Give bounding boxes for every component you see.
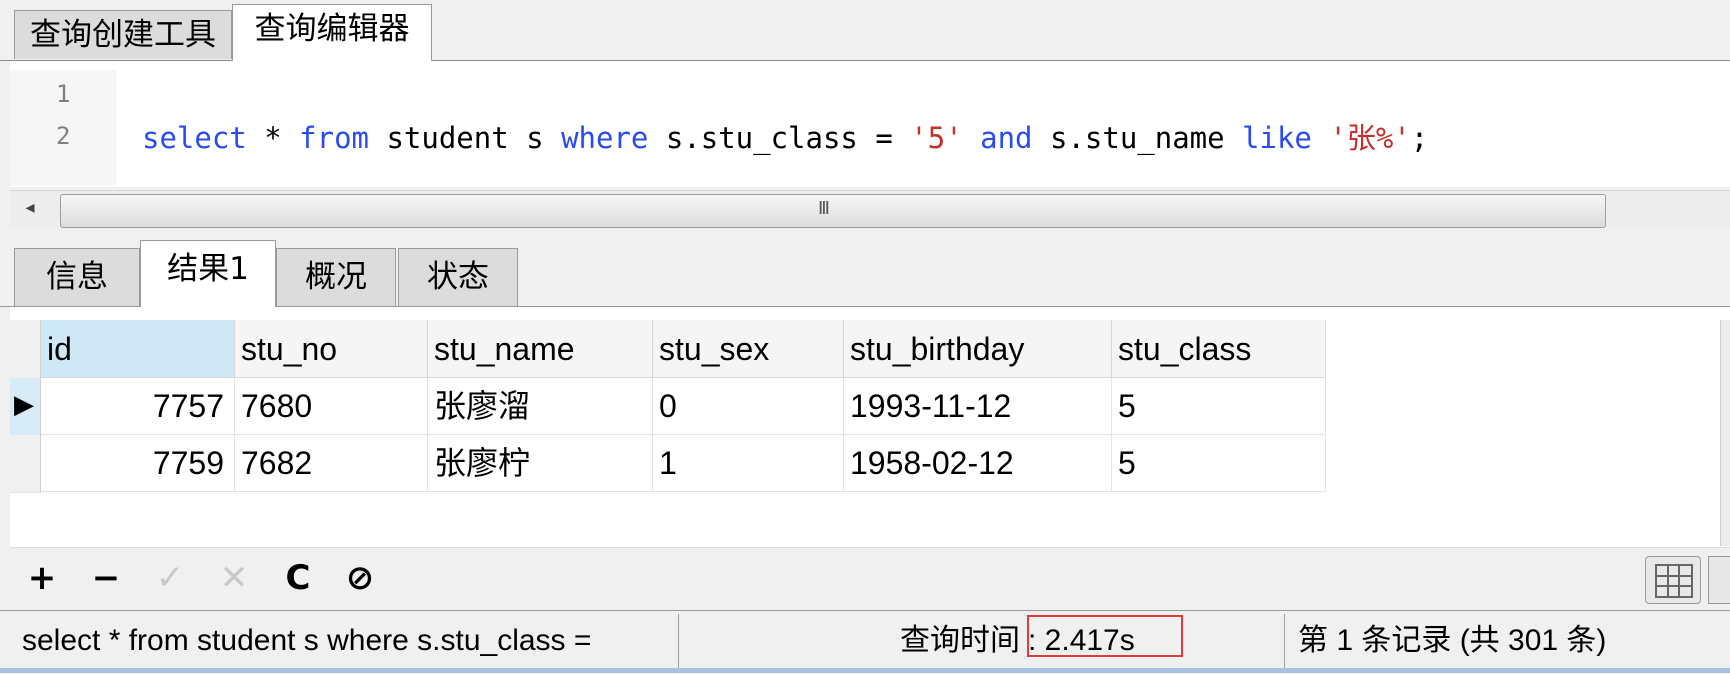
- table-cell[interactable]: 5: [1112, 435, 1326, 492]
- tab-profile[interactable]: 概况: [276, 248, 396, 306]
- scroll-grip-icon: III: [818, 198, 830, 219]
- table-cell[interactable]: 7757: [41, 378, 235, 435]
- column-header-stu-sex[interactable]: stu_sex: [653, 320, 844, 378]
- table-cell[interactable]: 7680: [235, 378, 428, 435]
- sql-query-text[interactable]: select * from student s where s.stu_clas…: [142, 118, 1428, 158]
- apply-changes-button[interactable]: ✓: [150, 558, 190, 598]
- sql-token: s.stu_name: [1032, 121, 1243, 155]
- tab-query-builder[interactable]: 查询创建工具: [14, 10, 232, 59]
- line-number-2: 2: [56, 122, 71, 150]
- table-cell[interactable]: 1958-02-12: [844, 435, 1112, 492]
- sql-token: student s: [369, 121, 562, 155]
- tab-info[interactable]: 信息: [14, 248, 140, 306]
- query-time-highlight-box: [1027, 615, 1183, 657]
- sql-token: and: [980, 121, 1033, 155]
- status-divider: [678, 614, 679, 668]
- sql-token: '5': [910, 121, 963, 155]
- grid-view-button[interactable]: [1645, 556, 1701, 604]
- tab-result-1[interactable]: 结果1: [140, 240, 276, 307]
- scroll-thumb[interactable]: [60, 194, 1606, 228]
- table-cell[interactable]: 7759: [41, 435, 235, 492]
- table-cell[interactable]: 0: [653, 378, 844, 435]
- tab-query-editor[interactable]: 查询编辑器: [232, 4, 432, 62]
- sql-token: select: [142, 121, 247, 155]
- sql-token: like: [1242, 121, 1312, 155]
- grid-toolbar: [10, 547, 1730, 610]
- table-cell[interactable]: 5: [1112, 378, 1326, 435]
- table-cell[interactable]: 1993-11-12: [844, 378, 1112, 435]
- stop-button[interactable]: ⊘: [340, 558, 380, 598]
- sql-token: from: [299, 121, 369, 155]
- table-cell[interactable]: 7682: [235, 435, 428, 492]
- table-cell[interactable]: 张廖柠: [428, 435, 653, 492]
- table-cell[interactable]: 张廖溜: [428, 378, 653, 435]
- sql-token: ;: [1410, 121, 1429, 155]
- grid-view-icon: [1655, 564, 1693, 598]
- line-number-1: 1: [56, 80, 71, 108]
- row-header-1[interactable]: ▶: [10, 378, 41, 436]
- table-cell[interactable]: 1: [653, 435, 844, 492]
- status-divider: [1284, 614, 1285, 668]
- discard-changes-button[interactable]: ✕: [214, 558, 254, 598]
- record-position-info: 第 1 条记录 (共 301 条): [1298, 624, 1607, 657]
- status-sql-preview: select * from student s where s.stu_clas…: [22, 624, 592, 657]
- form-view-button[interactable]: [1708, 556, 1730, 604]
- scroll-left-arrow-icon[interactable]: ◂: [14, 194, 46, 222]
- refresh-button[interactable]: C: [278, 558, 318, 598]
- grid-corner: [10, 320, 41, 379]
- row-header-2[interactable]: [10, 435, 41, 493]
- column-header-id[interactable]: id: [41, 320, 235, 378]
- sql-token: where: [561, 121, 649, 155]
- grid-vertical-scrollbar[interactable]: [1720, 320, 1730, 546]
- column-header-stu-no[interactable]: stu_no: [235, 320, 428, 378]
- add-record-button[interactable]: +: [22, 558, 62, 598]
- column-header-stu-name[interactable]: stu_name: [428, 320, 653, 378]
- sql-token: s.stu_class =: [648, 121, 911, 155]
- query-time-label: 查询时间: [900, 624, 1020, 657]
- tab-status[interactable]: 状态: [398, 248, 518, 306]
- column-header-stu-class[interactable]: stu_class: [1112, 320, 1326, 378]
- delete-record-button[interactable]: −: [86, 558, 126, 598]
- column-header-stu-birthday[interactable]: stu_birthday: [844, 320, 1112, 378]
- sql-token: *: [246, 121, 300, 155]
- window-bottom-edge: [0, 668, 1730, 673]
- sql-token: '张%': [1329, 121, 1411, 155]
- current-row-arrow-icon: ▶: [14, 390, 34, 420]
